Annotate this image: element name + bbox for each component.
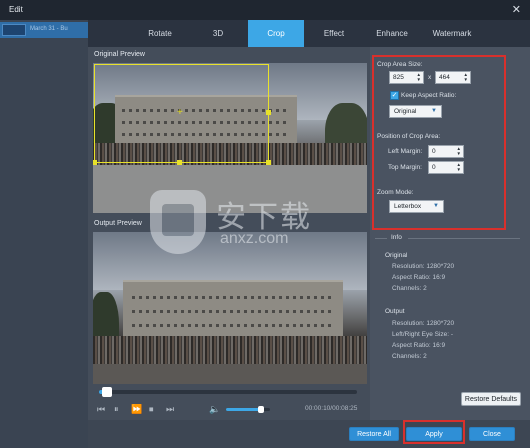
left-margin-label: Left Margin: xyxy=(388,148,423,155)
crop-height-value: 464 xyxy=(439,74,450,81)
top-margin-label: Top Margin: xyxy=(388,164,422,171)
volume-icon[interactable]: 🔈 xyxy=(209,404,220,415)
tab-3d[interactable]: 3D xyxy=(190,20,246,47)
output-eye-size: Left/Right Eye Size: - xyxy=(392,331,454,338)
info-divider-right xyxy=(408,238,520,239)
keep-aspect-checkbox[interactable]: ✓ xyxy=(390,91,399,100)
ground xyxy=(93,364,367,384)
edit-tabs: Rotate 3D Crop Effect Enhance Watermark xyxy=(88,20,530,47)
crowd xyxy=(93,336,367,366)
file-list-item[interactable]: March 31 - Bu xyxy=(0,22,88,38)
spinner-arrows-icon[interactable]: ▲ ▼ xyxy=(464,72,468,82)
crop-position-label: Position of Crop Area: xyxy=(377,133,441,140)
tab-rotate[interactable]: Rotate xyxy=(130,20,190,47)
crop-center-icon: + xyxy=(177,107,183,118)
info-heading: Info xyxy=(391,234,402,241)
aspect-ratio-value: Original xyxy=(394,108,417,115)
stop-icon[interactable]: ⏹ xyxy=(149,404,154,415)
tab-watermark[interactable]: Watermark xyxy=(420,20,484,47)
fast-forward-icon[interactable]: ⏩ xyxy=(131,404,142,415)
crop-height-input[interactable]: 464 ▲ ▼ xyxy=(435,71,471,84)
spinner-arrows-icon[interactable]: ▲ ▼ xyxy=(457,162,461,172)
top-margin-value: 0 xyxy=(432,164,436,171)
tab-effect[interactable]: Effect xyxy=(304,20,364,47)
volume-level xyxy=(226,408,261,411)
watermark-url: anxz.com xyxy=(220,230,289,247)
skip-forward-icon[interactable]: ⏭ xyxy=(166,404,174,415)
shield-logo xyxy=(150,190,206,254)
times-symbol: x xyxy=(428,74,432,81)
crop-handle-corner[interactable] xyxy=(266,160,271,165)
title-bar: Edit ✕ xyxy=(0,0,530,20)
original-info-heading: Original xyxy=(385,252,408,259)
crop-handle-right[interactable] xyxy=(266,110,271,115)
tab-crop[interactable]: Crop xyxy=(248,20,304,47)
skip-back-icon[interactable]: ⏮ xyxy=(97,404,105,415)
pause-icon[interactable]: ⏸ xyxy=(114,404,119,415)
info-divider-left xyxy=(375,238,387,239)
playback-time: 00:00:10/00:08:25 xyxy=(305,405,358,412)
file-list-sidebar: March 31 - Bu xyxy=(0,20,88,448)
crop-width-input[interactable]: 825 ▲ ▼ xyxy=(389,71,424,84)
zoom-mode-dropdown[interactable]: Letterbox ▼ xyxy=(389,200,444,213)
output-aspect-ratio: Aspect Ratio: 16:9 xyxy=(392,342,446,349)
restore-all-button[interactable]: Restore All xyxy=(349,427,399,441)
original-aspect-ratio: Aspect Ratio: 16:9 xyxy=(392,274,446,281)
crop-width-value: 825 xyxy=(393,74,404,81)
crop-handle-bottom[interactable] xyxy=(177,160,182,165)
output-resolution: Resolution: 1280*720 xyxy=(392,320,455,327)
output-preview-label: Output Preview xyxy=(94,220,142,227)
playback-timeline[interactable] xyxy=(99,387,357,397)
zoom-mode-value: Letterbox xyxy=(394,203,422,210)
volume-slider[interactable] xyxy=(226,406,270,413)
watermark-overlay: 安下载 anxz.com xyxy=(150,190,380,260)
top-margin-input[interactable]: 0 ▲ ▼ xyxy=(428,161,464,174)
palace-building xyxy=(123,280,343,342)
output-info-heading: Output xyxy=(385,308,405,315)
original-channels: Channels: 2 xyxy=(392,285,427,292)
keep-aspect-label: Keep Aspect Ratio: xyxy=(401,92,457,99)
crop-area-size-label: Crop Area Size: xyxy=(377,61,423,68)
zoom-mode-label: Zoom Mode: xyxy=(377,189,414,196)
output-channels: Channels: 2 xyxy=(392,353,427,360)
left-margin-value: 0 xyxy=(432,148,436,155)
window-title: Edit xyxy=(9,5,23,14)
close-button[interactable]: Close xyxy=(469,427,515,441)
apply-button[interactable]: Apply xyxy=(406,427,462,441)
restore-defaults-button[interactable]: Restore Defaults xyxy=(461,392,521,406)
crop-handle-bottom-left[interactable] xyxy=(93,160,97,165)
timeline-knob[interactable] xyxy=(102,387,112,397)
original-preview-label: Original Preview xyxy=(94,51,145,58)
video-thumbnail xyxy=(2,24,26,36)
aspect-ratio-dropdown[interactable]: Original ▼ xyxy=(389,105,442,118)
chevron-down-icon: ▼ xyxy=(433,203,439,209)
spinner-arrows-icon[interactable]: ▲ ▼ xyxy=(417,72,421,82)
chevron-down-icon: ▼ xyxy=(431,108,437,114)
file-name: March 31 - Bu xyxy=(30,26,68,32)
original-resolution: Resolution: 1280*720 xyxy=(392,263,455,270)
spinner-arrows-icon[interactable]: ▲ ▼ xyxy=(457,146,461,156)
tab-enhance[interactable]: Enhance xyxy=(364,20,420,47)
volume-knob[interactable] xyxy=(258,406,264,413)
close-icon[interactable]: ✕ xyxy=(512,3,521,16)
left-margin-input[interactable]: 0 ▲ ▼ xyxy=(428,145,464,158)
